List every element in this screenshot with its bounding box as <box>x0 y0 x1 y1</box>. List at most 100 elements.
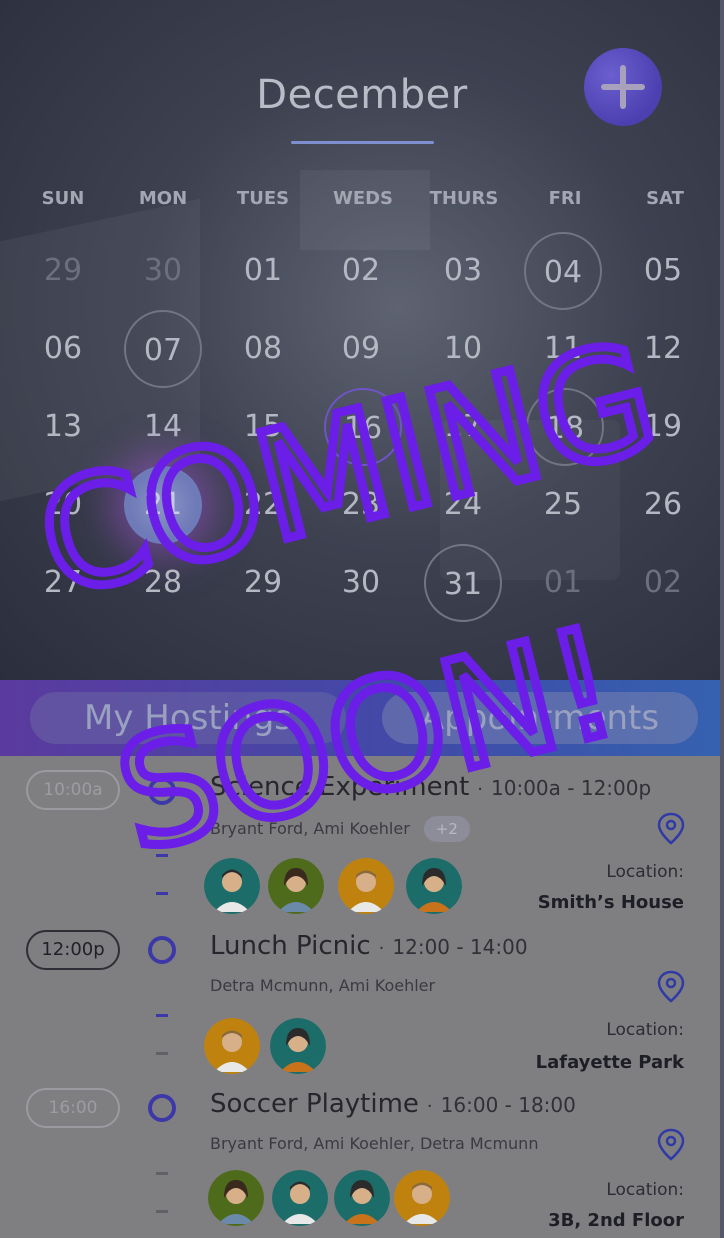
person-icon <box>268 858 324 914</box>
person-icon <box>406 858 462 914</box>
calendar-day[interactable]: 29 <box>24 232 102 310</box>
tab-appointments[interactable]: Appointments <box>382 692 698 744</box>
calendar-day[interactable]: 28 <box>124 544 202 622</box>
time-pill: 10:00a <box>26 770 120 810</box>
timeline-dash <box>156 1052 168 1055</box>
calendar-day[interactable]: 06 <box>24 310 102 388</box>
add-event-button[interactable] <box>584 48 662 126</box>
calendar-day[interactable]: 25 <box>524 466 602 544</box>
person-icon <box>394 1170 450 1226</box>
extra-attendees-badge[interactable]: +2 <box>423 816 470 842</box>
avatar[interactable] <box>334 1170 390 1226</box>
calendar-day[interactable]: 03 <box>424 232 502 310</box>
separator-dot: · <box>477 779 484 800</box>
calendar-day[interactable]: 19 <box>624 388 702 466</box>
tab-my-hostings[interactable]: My Hostings <box>30 692 346 744</box>
weekday-weds: WEDS <box>332 188 394 209</box>
event-title-row[interactable]: Science Experiment · 10:00a - 12:00p <box>210 772 651 802</box>
calendar-day[interactable]: 13 <box>24 388 102 466</box>
person-icon <box>272 1170 328 1226</box>
calendar-day[interactable]: 27 <box>24 544 102 622</box>
calendar-day[interactable]: 26 <box>624 466 702 544</box>
person-icon <box>208 1170 264 1226</box>
plus-icon <box>620 65 626 109</box>
weekday-mon: MON <box>138 188 188 209</box>
avatar[interactable] <box>338 858 394 914</box>
avatar[interactable] <box>394 1170 450 1226</box>
timeline-dash <box>156 892 168 895</box>
event-time-range: 12:00 - 14:00 <box>392 935 528 959</box>
person-icon <box>270 1018 326 1074</box>
calendar-day[interactable]: 17 <box>424 388 502 466</box>
calendar-day-selected[interactable]: 21 <box>124 466 202 544</box>
timeline-dot <box>148 936 176 964</box>
avatar[interactable] <box>272 1170 328 1226</box>
location-value: Lafayette Park <box>535 1052 684 1073</box>
calendar-day[interactable]: 01 <box>224 232 302 310</box>
calendar-day[interactable]: 09 <box>322 310 400 388</box>
calendar-day[interactable]: 30 <box>124 232 202 310</box>
location-value: Smith’s House <box>537 892 684 913</box>
time-pill-active: 12:00p <box>26 930 120 970</box>
location-label: Location: <box>606 862 684 882</box>
attendee-names: Detra Mcmunn, Ami Koehler <box>210 976 436 995</box>
tab-bar: My Hostings Appointments <box>0 680 724 756</box>
calendar-day[interactable]: 16 <box>324 388 402 466</box>
calendar-day[interactable]: 01 <box>524 544 602 622</box>
calendar-day[interactable]: 08 <box>224 310 302 388</box>
calendar-day[interactable]: 02 <box>322 232 400 310</box>
calendar-day[interactable]: 05 <box>624 232 702 310</box>
event-title: Soccer Playtime <box>210 1089 419 1119</box>
calendar-day[interactable]: 15 <box>224 388 302 466</box>
location-pin-icon[interactable] <box>656 970 686 1004</box>
calendar-day[interactable]: 29 <box>224 544 302 622</box>
weekday-fri: FRI <box>548 188 582 209</box>
calendar-day[interactable]: 10 <box>424 310 502 388</box>
event-time-range: 16:00 - 18:00 <box>440 1093 576 1117</box>
weekday-sun: SUN <box>41 188 85 209</box>
avatar[interactable] <box>268 858 324 914</box>
avatar[interactable] <box>204 858 260 914</box>
location-label: Location: <box>606 1020 684 1040</box>
avatar[interactable] <box>406 858 462 914</box>
event-list: 10:00a Science Experiment · 10:00a - 12:00… <box>0 756 724 1238</box>
event-title: Science Experiment <box>210 772 470 802</box>
event-title-row[interactable]: Soccer Playtime · 16:00 - 18:00 <box>210 1089 576 1119</box>
timeline-dash <box>156 1014 168 1017</box>
person-icon <box>334 1170 390 1226</box>
calendar-day[interactable]: 30 <box>322 544 400 622</box>
event-attendees: Bryant Ford, Ami Koehler +2 <box>210 816 470 842</box>
attendee-names: Bryant Ford, Ami Koehler <box>210 819 410 838</box>
calendar-day[interactable]: 14 <box>124 388 202 466</box>
avatar[interactable] <box>204 1018 260 1074</box>
calendar-panel: December SUN MON TUES WEDS THURS FRI SAT… <box>0 0 724 680</box>
calendar-day[interactable]: 23 <box>322 466 400 544</box>
person-icon <box>204 858 260 914</box>
location-pin-icon[interactable] <box>656 1128 686 1162</box>
avatar[interactable] <box>270 1018 326 1074</box>
event-time-range: 10:00a - 12:00p <box>491 776 652 800</box>
calendar-day[interactable]: 12 <box>624 310 702 388</box>
calendar-day[interactable]: 24 <box>424 466 502 544</box>
calendar-day[interactable]: 20 <box>24 466 102 544</box>
calendar-day[interactable]: 22 <box>224 466 302 544</box>
timeline-dot <box>148 777 176 805</box>
weekday-tues: TUES <box>236 188 290 209</box>
event-attendees: Bryant Ford, Ami Koehler, Detra Mcmunn <box>210 1134 538 1153</box>
calendar-day[interactable]: 02 <box>624 544 702 622</box>
timeline-dash <box>156 1210 168 1213</box>
screen-edge <box>720 0 724 1238</box>
calendar-day[interactable]: 18 <box>526 388 604 466</box>
event-title: Lunch Picnic <box>210 931 371 961</box>
separator-dot: · <box>378 938 385 959</box>
time-pill: 16:00 <box>26 1088 120 1128</box>
event-title-row[interactable]: Lunch Picnic · 12:00 - 14:00 <box>210 931 528 961</box>
calendar-day[interactable]: 07 <box>124 310 202 388</box>
avatar[interactable] <box>208 1170 264 1226</box>
location-pin-icon[interactable] <box>656 812 686 846</box>
calendar-day[interactable]: 11 <box>524 310 602 388</box>
calendar-day[interactable]: 31 <box>424 544 502 622</box>
timeline-dash <box>156 854 168 857</box>
attendee-names: Bryant Ford, Ami Koehler, Detra Mcmunn <box>210 1134 539 1153</box>
calendar-day[interactable]: 04 <box>524 232 602 310</box>
